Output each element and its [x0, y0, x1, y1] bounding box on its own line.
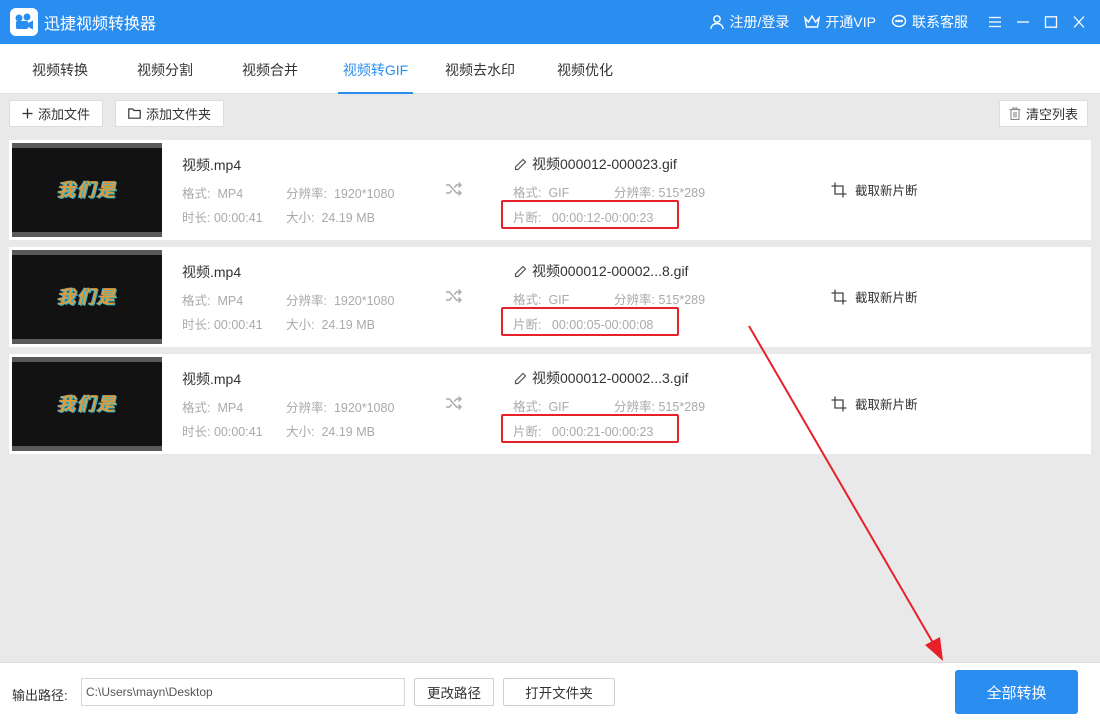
crop-icon [831, 182, 847, 197]
vip-link[interactable]: 开通VIP [803, 12, 876, 32]
clip-new-segment-button[interactable]: 截取新片断 [831, 287, 918, 306]
output-file-name[interactable]: 视频000012-000023.gif [514, 154, 677, 174]
tab-remove-watermark[interactable]: 视频去水印 [439, 44, 521, 94]
minimize-button[interactable] [1010, 9, 1036, 35]
title-bar: 迅捷视频转换器 注册/登录 开通VIP 联系客服 [0, 0, 1100, 44]
source-resolution: 分辨率: 1920*1080 [286, 294, 395, 308]
video-thumbnail: 我们是 [12, 143, 162, 237]
crown-icon [803, 13, 821, 31]
vip-label: 开通VIP [825, 14, 876, 30]
file-row[interactable]: 我们是 视频.mp4 格式: MP4 分辨率: 1920*1080 时长: 00… [9, 247, 1091, 347]
convert-arrow-icon [446, 182, 462, 196]
output-format: 格式: GIF [513, 186, 570, 200]
highlight-box [501, 307, 679, 336]
close-icon [1073, 16, 1085, 28]
clear-list-label: 清空列表 [1026, 107, 1079, 122]
support-label: 联系客服 [912, 14, 968, 30]
thumbnail-text: 我们是 [57, 287, 117, 308]
thumbnail-text: 我们是 [57, 180, 117, 201]
edit-pencil-icon[interactable] [514, 158, 527, 171]
source-size: 大小: 24.19 MB [286, 425, 375, 439]
app-logo-icon [10, 8, 38, 36]
source-file-name: 视频.mp4 [182, 157, 242, 173]
tab-video-convert[interactable]: 视频转换 [24, 44, 96, 94]
support-link[interactable]: 联系客服 [890, 12, 968, 32]
video-thumbnail: 我们是 [12, 357, 162, 451]
clear-list-button[interactable]: 清空列表 [999, 100, 1089, 127]
add-folder-label: 添加文件夹 [146, 107, 212, 122]
user-icon [708, 13, 726, 31]
crop-icon [831, 396, 847, 411]
output-file-name[interactable]: 视频000012-00002...8.gif [514, 261, 688, 281]
thumbnail-text: 我们是 [57, 394, 117, 415]
source-file-name: 视频.mp4 [182, 264, 242, 280]
source-size: 大小: 24.19 MB [286, 211, 375, 225]
plus-icon [22, 108, 33, 119]
output-file-name[interactable]: 视频000012-00002...3.gif [514, 368, 688, 388]
crop-icon [831, 289, 847, 304]
source-resolution: 分辨率: 1920*1080 [286, 401, 395, 415]
open-folder-button[interactable]: 打开文件夹 [503, 678, 615, 706]
convert-all-button[interactable]: 全部转换 [955, 670, 1078, 714]
folder-icon [128, 108, 141, 119]
source-duration: 时长: 00:00:41 [182, 211, 263, 225]
change-path-button[interactable]: 更改路径 [414, 678, 494, 706]
output-path-input[interactable] [81, 678, 405, 706]
edit-pencil-icon[interactable] [514, 372, 527, 385]
video-thumbnail: 我们是 [12, 250, 162, 344]
add-file-button[interactable]: 添加文件 [9, 100, 104, 127]
source-duration: 时长: 00:00:41 [182, 425, 263, 439]
source-format: 格式: MP4 [182, 294, 244, 308]
app-title: 迅捷视频转换器 [44, 16, 157, 33]
highlight-box [501, 414, 679, 443]
close-button[interactable] [1066, 9, 1092, 35]
clip-new-segment-button[interactable]: 截取新片断 [831, 180, 918, 199]
source-format: 格式: MP4 [182, 187, 244, 201]
convert-arrow-icon [446, 289, 462, 303]
source-file-name: 视频.mp4 [182, 371, 242, 387]
output-format: 格式: GIF [513, 400, 570, 414]
clip-new-segment-button[interactable]: 截取新片断 [831, 394, 918, 413]
source-format: 格式: MP4 [182, 401, 244, 415]
highlight-box [501, 200, 679, 229]
source-duration: 时长: 00:00:41 [182, 318, 263, 332]
trash-icon [1009, 107, 1021, 120]
tab-video-to-gif[interactable]: 视频转GIF [338, 44, 413, 94]
output-resolution: 分辨率: 515*289 [614, 186, 706, 200]
tab-video-split[interactable]: 视频分割 [129, 44, 201, 94]
output-format: 格式: GIF [513, 293, 570, 307]
source-resolution: 分辨率: 1920*1080 [286, 187, 395, 201]
add-file-label: 添加文件 [38, 107, 91, 122]
tab-video-merge[interactable]: 视频合并 [234, 44, 306, 94]
tab-bar: 视频转换 视频分割 视频合并 视频转GIF 视频去水印 视频优化 [0, 44, 1100, 94]
maximize-button[interactable] [1038, 9, 1064, 35]
tab-video-optimize[interactable]: 视频优化 [549, 44, 621, 94]
maximize-icon [1044, 16, 1058, 28]
output-resolution: 分辨率: 515*289 [614, 293, 706, 307]
login-link[interactable]: 注册/登录 [708, 12, 790, 32]
add-folder-button[interactable]: 添加文件夹 [115, 100, 225, 127]
minimize-icon [1017, 21, 1029, 23]
chat-bubble-icon [890, 13, 908, 31]
output-path-label: 输出路径: [12, 688, 68, 703]
menu-icon [989, 16, 1001, 28]
output-resolution: 分辨率: 515*289 [614, 400, 706, 414]
bottom-bar: 输出路径: 更改路径 打开文件夹 全部转换 [0, 662, 1100, 720]
login-label: 注册/登录 [729, 14, 790, 30]
source-size: 大小: 24.19 MB [286, 318, 375, 332]
file-row[interactable]: 我们是 视频.mp4 格式: MP4 分辨率: 1920*1080 时长: 00… [9, 140, 1091, 240]
convert-arrow-icon [446, 396, 462, 410]
edit-pencil-icon[interactable] [514, 265, 527, 278]
menu-button[interactable] [982, 9, 1008, 35]
file-row[interactable]: 我们是 视频.mp4 格式: MP4 分辨率: 1920*1080 时长: 00… [9, 354, 1091, 454]
